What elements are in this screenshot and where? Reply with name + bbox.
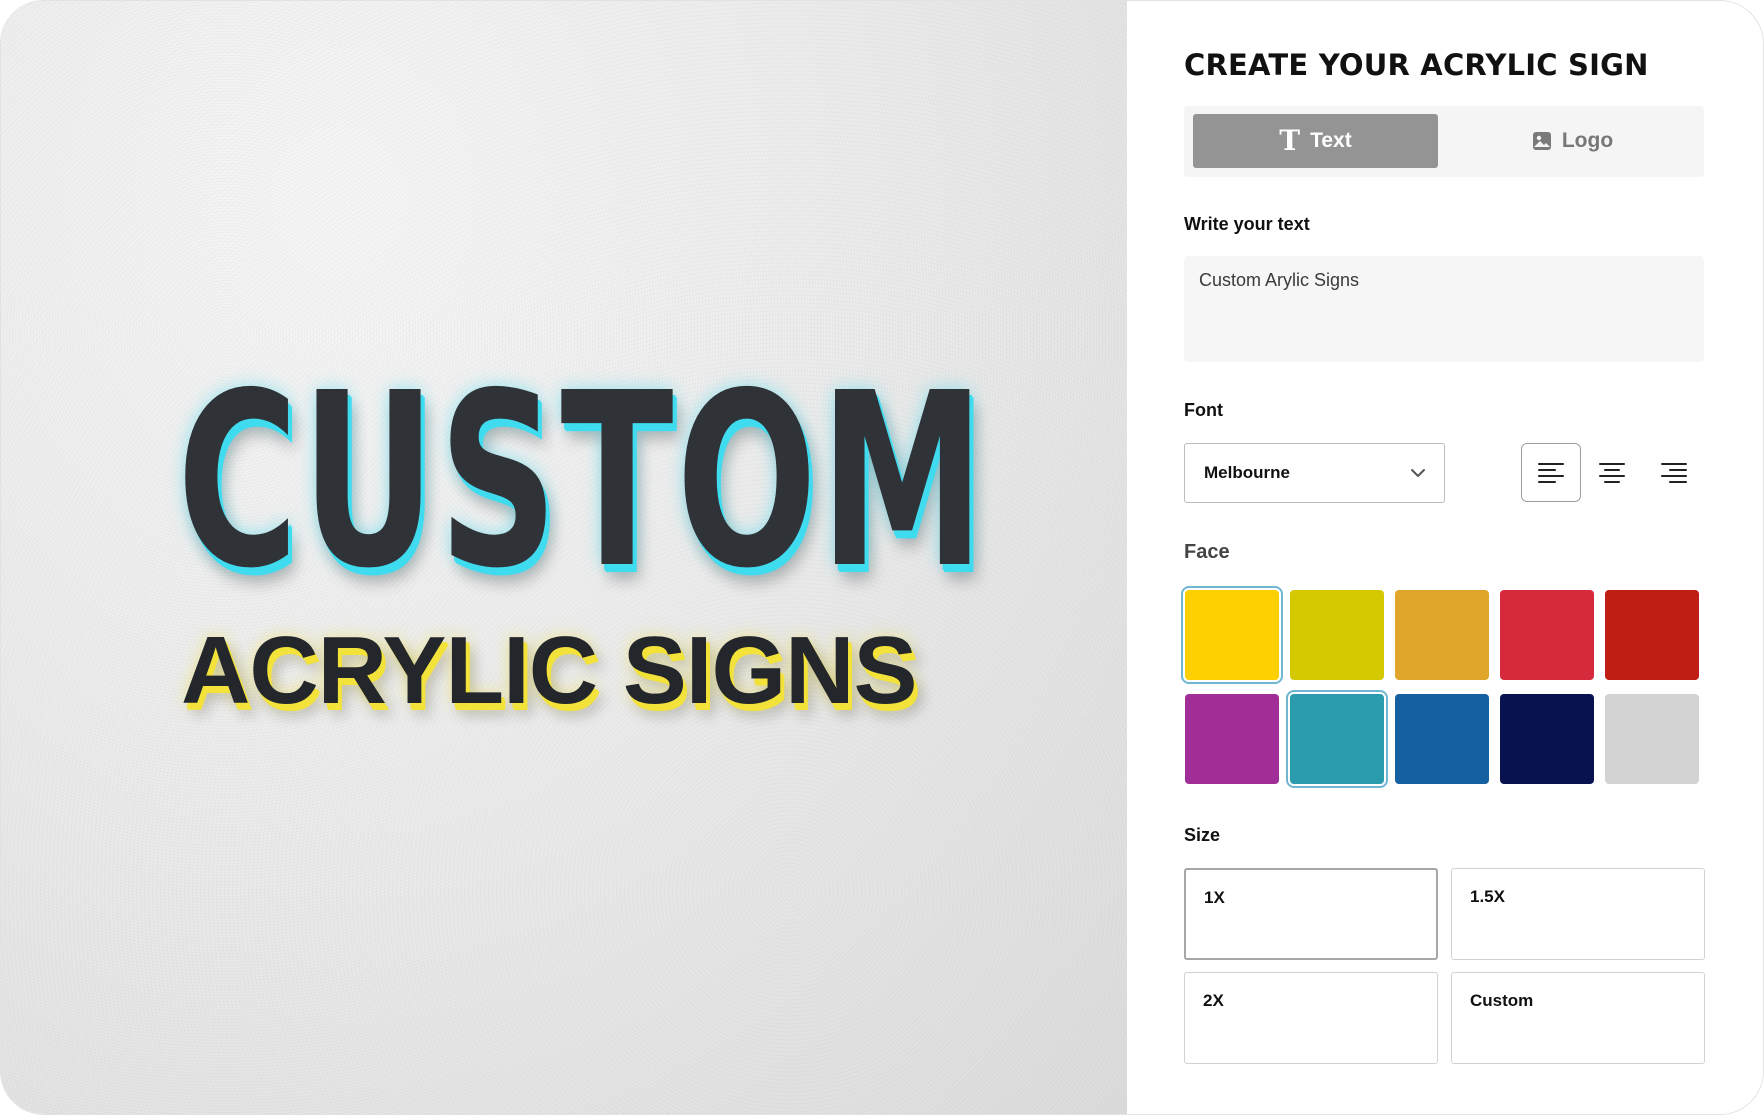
face-color-swatch[interactable] [1500,590,1594,680]
align-center-button[interactable] [1582,443,1642,502]
text-t-icon: T [1279,124,1301,157]
font-select-value: Melbourne [1204,463,1290,482]
sign-preview: CUSTOM ACRYLIC SIGNS [1,1,1127,1114]
panel-title: CREATE YOUR ACRYLIC SIGN [1184,48,1649,82]
sign-text-input[interactable]: Custom Arylic Signs [1184,256,1704,362]
face-color-swatch[interactable] [1395,590,1489,680]
align-right-button[interactable] [1644,443,1704,502]
face-color-swatch[interactable] [1605,694,1699,784]
face-label: Face [1184,541,1230,563]
tab-logo-label: Logo [1561,129,1614,152]
face-color-swatch[interactable] [1290,590,1384,680]
size-option-label: 2X [1203,991,1224,1010]
sign-headline: CUSTOM [177,341,988,621]
align-right-icon [1661,462,1687,483]
image-icon [1532,132,1551,150]
align-left-icon [1538,462,1564,483]
sign-subline: ACRYLIC SIGNS [181,617,918,724]
app-frame: CUSTOM ACRYLIC SIGNS CREATE YOUR ACRYLIC… [0,0,1764,1115]
face-color-swatch[interactable] [1395,694,1489,784]
tab-logo[interactable]: Logo [1450,114,1695,168]
size-option-2x[interactable]: 2X [1184,972,1438,1064]
face-color-swatch[interactable] [1181,586,1283,684]
face-color-swatch[interactable] [1500,694,1594,784]
size-option-1-5x[interactable]: 1.5X [1451,868,1705,960]
font-select[interactable]: Melbourne [1184,443,1445,503]
align-left-button[interactable] [1521,443,1581,502]
text-label: Write your text [1184,214,1310,234]
font-label: Font [1184,400,1223,420]
tab-text-label: Text [1310,129,1352,152]
size-option-1x[interactable]: 1X [1184,868,1438,960]
size-option-custom[interactable]: Custom [1451,972,1705,1064]
face-color-swatch[interactable] [1185,694,1279,784]
face-color-swatch[interactable] [1605,590,1699,680]
tab-text[interactable]: T Text [1193,114,1438,168]
align-center-icon [1599,462,1625,483]
mode-tabs: T Text Logo [1184,106,1704,177]
face-color-swatch[interactable] [1286,690,1388,788]
size-option-label: Custom [1470,991,1534,1010]
configurator-panel: CREATE YOUR ACRYLIC SIGN T Text Logo Wri… [1127,1,1763,1114]
size-option-label: 1X [1204,888,1225,907]
size-option-label: 1.5X [1470,887,1505,906]
chevron-down-icon [1411,469,1425,477]
size-label: Size [1184,825,1221,845]
